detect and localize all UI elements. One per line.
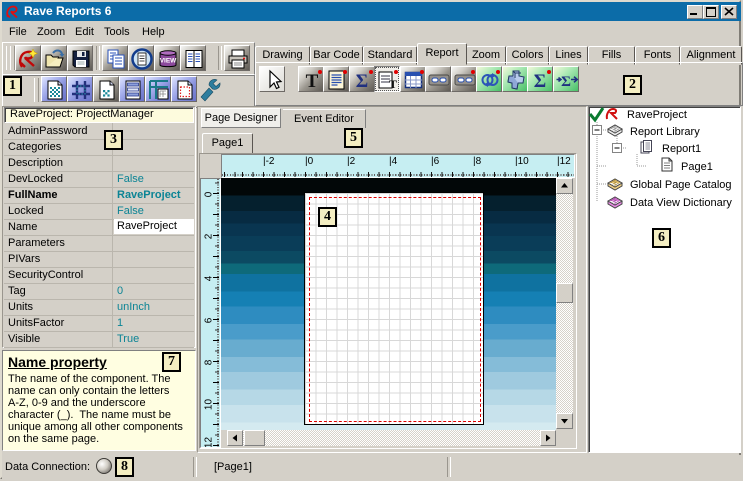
- svg-text:T: T: [306, 71, 319, 92]
- svg-text:T: T: [389, 77, 397, 91]
- svg-text:VIEW: VIEW: [160, 58, 177, 65]
- svg-text:Σ: Σ: [356, 71, 368, 92]
- svg-text:Σ: Σ: [561, 74, 571, 90]
- svg-text:Σ: Σ: [534, 71, 546, 92]
